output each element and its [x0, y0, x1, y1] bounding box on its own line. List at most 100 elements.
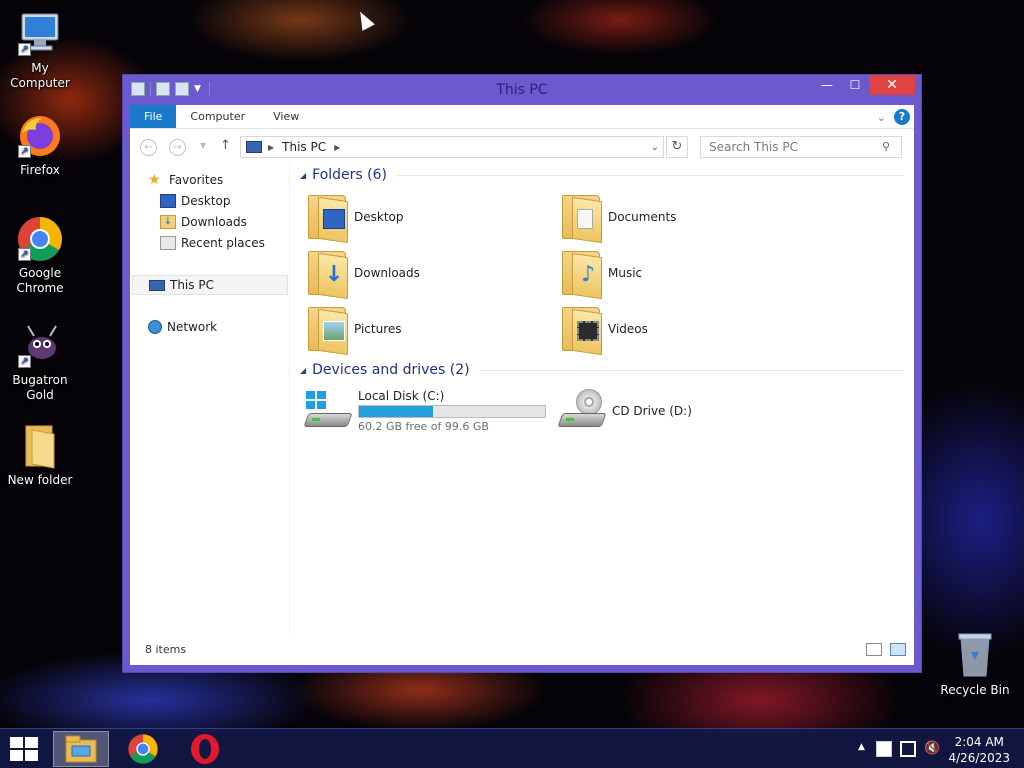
videos-folder-icon: [560, 305, 604, 356]
recent-locations-icon[interactable]: ▼: [200, 141, 206, 150]
desktop-icon-label: Google Chrome: [16, 266, 64, 295]
sidebar-item-label: Downloads: [181, 215, 247, 229]
recent-places-icon: [160, 236, 176, 250]
star-icon: ★: [148, 172, 161, 188]
close-button[interactable]: ✕: [869, 75, 915, 95]
cd-drive-icon: [557, 387, 607, 435]
search-input[interactable]: [700, 136, 902, 158]
folder-tile-downloads[interactable]: ↓ Downloads: [306, 247, 420, 300]
sidebar-item-label: Favorites: [169, 173, 224, 187]
chevron-right-icon[interactable]: ▶: [334, 143, 340, 152]
drive-tile-local-disk-c[interactable]: Local Disk (C:) 60.2 GB free of 99.6 GB: [303, 385, 546, 437]
drive-label: Local Disk (C:): [358, 389, 445, 403]
show-hidden-icons-icon[interactable]: ▲: [858, 742, 865, 752]
desktop-icon-firefox[interactable]: ↗ Firefox: [0, 112, 80, 178]
window-controls: — ☐ ✕: [813, 75, 915, 95]
large-icons-view-icon[interactable]: [890, 643, 906, 656]
forward-button[interactable]: →: [169, 139, 186, 156]
address-bar[interactable]: ▶ This PC ▶ ⌄: [240, 136, 664, 158]
network-status-icon[interactable]: [900, 741, 916, 757]
downloads-icon: ↓: [160, 215, 176, 229]
clock[interactable]: 2:04 AM 4/26/2023: [948, 734, 1010, 766]
taskbar-file-explorer[interactable]: [53, 731, 109, 767]
collapse-triangle-icon[interactable]: ◢: [300, 366, 306, 375]
group-header-label: Folders (6): [312, 167, 387, 183]
desktop-icon-recycle-bin[interactable]: Recycle Bin: [935, 632, 1015, 698]
folder-icon: [16, 422, 64, 470]
details-view-icon[interactable]: [866, 643, 882, 656]
folder-tile-documents[interactable]: Documents: [560, 191, 677, 244]
ribbon-tabs: File Computer View ⌄ ?: [130, 105, 914, 129]
taskbar-opera[interactable]: [177, 731, 233, 767]
tab-computer[interactable]: Computer: [176, 105, 259, 128]
folder-label: Videos: [608, 322, 648, 336]
start-button[interactable]: [10, 737, 38, 761]
desktop-icon-label: Recycle Bin: [940, 683, 1010, 697]
taskbar-chrome[interactable]: [115, 731, 171, 767]
help-icon[interactable]: ?: [894, 109, 910, 125]
sidebar-item-recent-places[interactable]: Recent places: [160, 233, 265, 253]
sidebar-item-downloads[interactable]: ↓ Downloads: [160, 212, 247, 232]
documents-folder-icon: [560, 193, 604, 244]
folder-tile-desktop[interactable]: Desktop: [306, 191, 404, 244]
disk-usage-bar: [358, 405, 546, 418]
folder-label: Documents: [608, 210, 677, 224]
clock-date: 4/26/2023: [948, 751, 1010, 765]
back-button[interactable]: ←: [140, 139, 157, 156]
desktop-icon-google-chrome[interactable]: ↗ Google Chrome: [0, 215, 80, 296]
sidebar-item-desktop[interactable]: Desktop: [160, 191, 231, 211]
volume-muted-icon[interactable]: 🔇: [924, 741, 940, 757]
desktop-icon-label: New folder: [7, 473, 73, 487]
collapse-triangle-icon[interactable]: ◢: [300, 171, 306, 180]
desktop-icon-label: Firefox: [20, 163, 60, 177]
group-header-devices[interactable]: ◢ Devices and drives (2): [300, 362, 904, 378]
desktop-folder-icon: [306, 193, 350, 244]
firefox-icon: ↗: [16, 112, 64, 160]
this-pc-icon: [246, 141, 262, 153]
tab-view[interactable]: View: [259, 105, 313, 128]
drive-tile-cd-drive-d[interactable]: CD Drive (D:): [557, 385, 692, 437]
sidebar-item-label: Network: [167, 320, 218, 334]
recycle-bin-icon: [951, 632, 999, 680]
folder-tile-music[interactable]: ♪ Music: [560, 247, 642, 300]
refresh-button[interactable]: ↻: [666, 136, 688, 158]
file-explorer-icon: [65, 735, 97, 763]
minimize-button[interactable]: —: [813, 75, 841, 95]
folder-label: Pictures: [354, 322, 402, 336]
group-divider: [397, 174, 904, 176]
desktop-icon-bugatron-gold[interactable]: ↗ Bugatron Gold: [0, 322, 80, 403]
maximize-button[interactable]: ☐: [841, 75, 869, 95]
search-icon[interactable]: ⚲: [882, 140, 890, 153]
breadcrumb-this-pc[interactable]: This PC: [282, 140, 326, 154]
group-header-folders[interactable]: ◢ Folders (6): [300, 167, 904, 183]
sidebar-item-label: Desktop: [181, 194, 231, 208]
sidebar-item-label: Recent places: [181, 236, 265, 250]
expand-ribbon-icon[interactable]: ⌄: [877, 111, 886, 124]
up-button[interactable]: ↑: [220, 138, 231, 153]
desktop-icon: [160, 194, 176, 208]
group-divider: [479, 369, 904, 371]
tab-file[interactable]: File: [130, 105, 177, 128]
action-center-flag-icon[interactable]: [876, 741, 892, 757]
file-explorer-window[interactable]: ▼ This PC — ☐ ✕ File Computer View ⌄ ? ←…: [122, 74, 922, 673]
desktop-icon-my-computer[interactable]: ↗ My Computer: [0, 10, 80, 91]
folder-tile-videos[interactable]: Videos: [560, 303, 648, 356]
sidebar-item-this-pc[interactable]: This PC: [132, 275, 288, 295]
disk-usage-fill: [359, 406, 433, 417]
desktop-icon-new-folder[interactable]: New folder: [0, 422, 80, 488]
folder-tile-pictures[interactable]: Pictures: [306, 303, 402, 356]
sidebar-item-network[interactable]: Network: [148, 317, 217, 337]
clock-time: 2:04 AM: [954, 735, 1004, 749]
window-client-area: File Computer View ⌄ ? ← → ▼ ↑ ▶ This PC…: [130, 105, 914, 665]
bug-game-icon: ↗: [16, 322, 64, 370]
chevron-right-icon[interactable]: ▶: [268, 143, 274, 152]
status-bar: 8 items: [130, 635, 914, 665]
ribbon-controls: ⌄ ?: [877, 109, 910, 125]
address-dropdown-icon[interactable]: ⌄: [651, 142, 659, 153]
title-bar[interactable]: ▼ This PC — ☐ ✕: [123, 75, 921, 105]
view-buttons: [866, 643, 906, 656]
network-icon: [148, 320, 162, 334]
group-header-label: Devices and drives (2): [312, 362, 470, 378]
sidebar-item-favorites[interactable]: ★ Favorites: [148, 170, 223, 190]
content-pane: ◢ Folders (6) Desktop Documents ↓ Downlo…: [292, 165, 914, 633]
